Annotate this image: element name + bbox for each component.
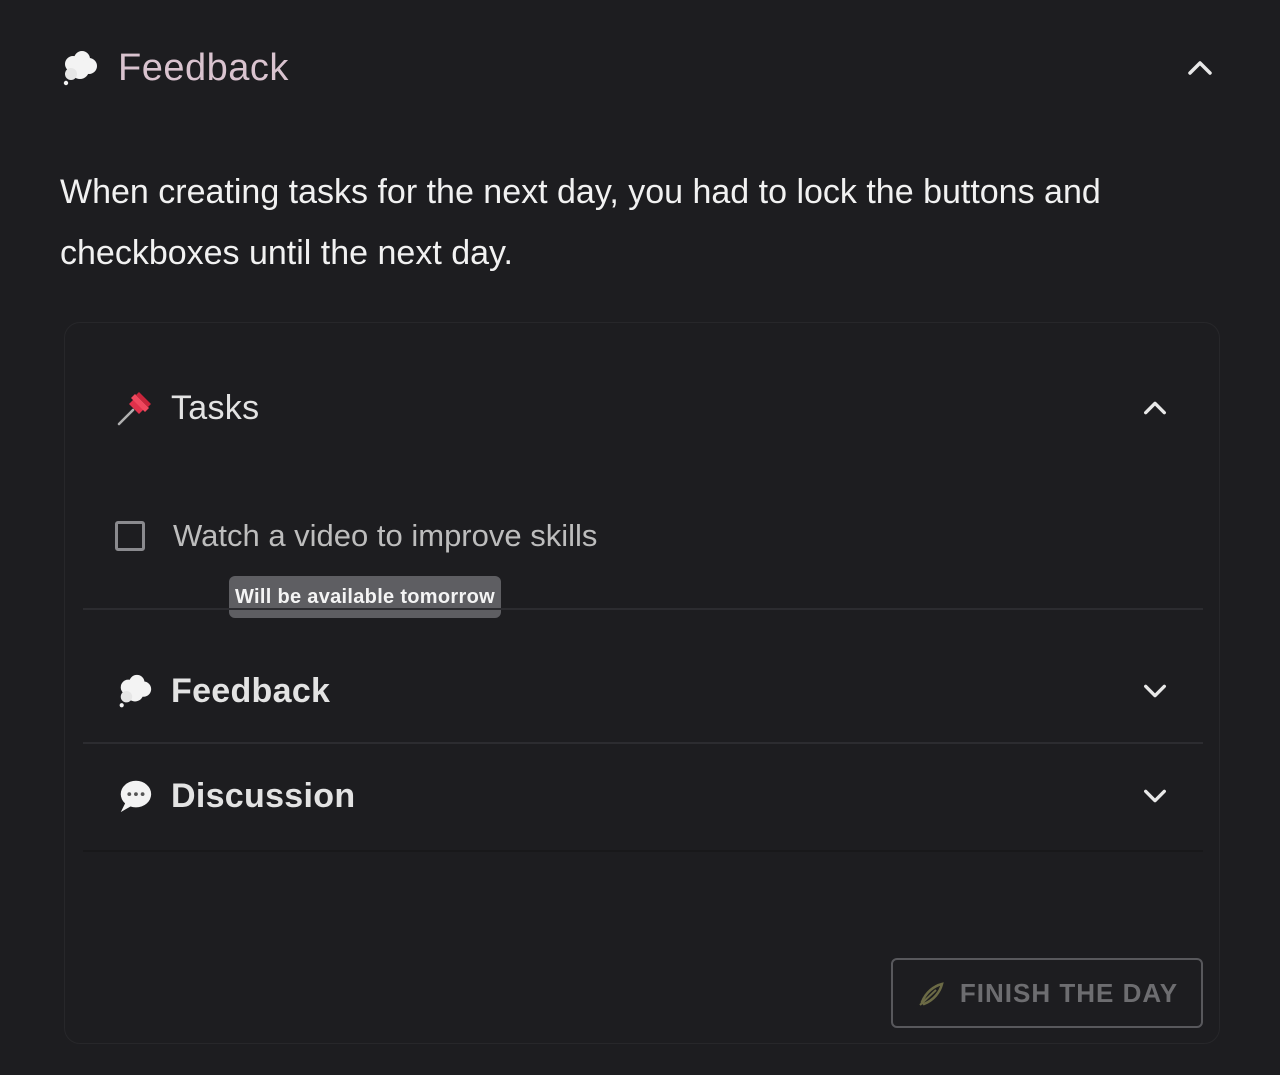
outer-collapse-button[interactable]	[1180, 48, 1220, 88]
feedback-title: Feedback	[171, 671, 331, 710]
tasks-accordion-header[interactable]: Tasks	[115, 378, 1175, 438]
sprout-icon	[919, 982, 944, 1006]
chevron-down-icon	[1144, 789, 1166, 803]
task-item: Watch a video to improve skills	[115, 508, 597, 564]
divider	[83, 742, 1203, 744]
outer-feedback-header[interactable]: Feedback	[60, 38, 1220, 98]
chevron-up-icon	[1188, 61, 1212, 75]
page: Feedback When creating tasks for the nex…	[0, 0, 1280, 1075]
finish-the-day-button[interactable]: FINISH THE DAY	[891, 958, 1203, 1028]
tasks-title: Tasks	[171, 388, 260, 427]
speech-balloon-icon	[115, 776, 155, 816]
chevron-up-icon	[1144, 401, 1166, 415]
feedback-expand-button[interactable]	[1135, 671, 1175, 711]
finish-button-label: FINISH THE DAY	[959, 977, 1179, 1008]
task-label: Watch a video to improve skills	[173, 518, 598, 553]
divider	[83, 850, 1203, 852]
thought-balloon-icon	[60, 48, 100, 88]
chevron-down-icon	[1144, 684, 1166, 698]
day-card: Tasks Watch a video to improve skills Wi…	[64, 322, 1220, 1044]
tasks-collapse-button[interactable]	[1135, 388, 1175, 428]
outer-feedback-title: Feedback	[118, 46, 289, 89]
discussion-expand-button[interactable]	[1135, 776, 1175, 816]
discussion-title: Discussion	[171, 776, 356, 815]
tooltip: Will be available tomorrow	[229, 576, 501, 618]
task-checkbox[interactable]	[115, 521, 145, 551]
feedback-description: When creating tasks for the next day, yo…	[60, 173, 1101, 272]
divider	[83, 608, 1203, 610]
pushpin-icon	[115, 388, 155, 428]
thought-balloon-icon	[115, 671, 155, 711]
feedback-accordion-header[interactable]: Feedback	[115, 661, 1175, 721]
discussion-accordion-header[interactable]: Discussion	[115, 766, 1175, 826]
